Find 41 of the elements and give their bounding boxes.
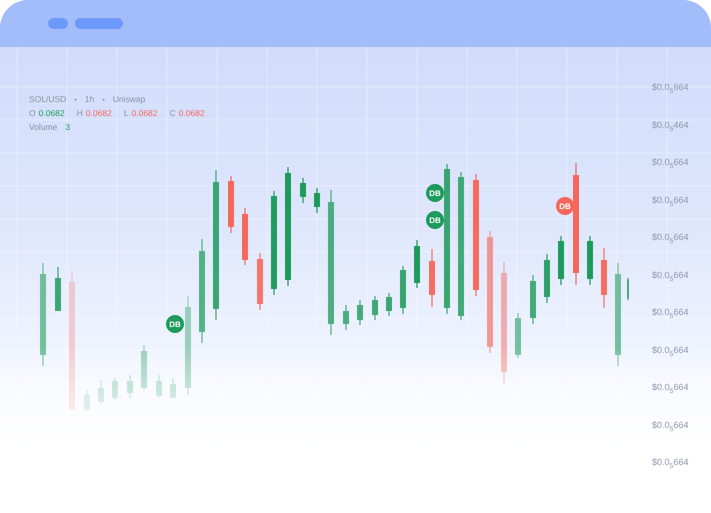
candlestick [627,278,629,300]
price-label: $0.0$_{5}$664 [652,381,688,397]
candlestick [372,296,378,320]
symbol-label: SOL/USD [29,94,66,104]
price-label: $0.0$_{5}$664 [652,231,688,247]
price-label: $0.0$_{5}$664 [652,456,688,472]
ohlc-value: 0.0682 [38,108,65,118]
ohlc-label: L [124,108,128,118]
price-label: $0.0$_{5}$664 [652,306,688,322]
price-label: $0.0$_{5}$664 [652,81,688,97]
ohlc-value: 0.0682 [86,108,112,118]
candlestick [587,236,593,285]
window-control [48,18,68,29]
signal-marker: DB [426,211,444,229]
ohlc-value: 0.0682 [178,108,205,118]
signal-marker: DB [166,315,184,333]
candlestick [55,267,61,311]
price-label: $0.0$_{5}$664 [652,194,688,210]
ohlc-value: 0.0682 [132,108,158,118]
ohlc-label: O [29,108,36,118]
ohlc-label: C [170,108,176,118]
interval-label: 1h [84,94,94,104]
volume-label: Volume [29,122,58,132]
volume-value: 3 [65,122,70,132]
candlestick [257,253,263,310]
signal-marker: DB [426,184,444,202]
candlestick [414,240,420,288]
price-label: $0.0$_{5}$664 [652,418,688,434]
price-label: $0.0$_{5}$664 [652,268,688,284]
candlestick [386,293,392,316]
candlestick [544,254,550,303]
exchange-label: Uniswap [112,94,146,104]
signal-marker: DB [556,197,574,215]
candlestick [558,236,564,285]
price-label: $0.0$_{5}$664 [652,344,688,360]
price-label: $0.0$_{5}$664 [652,156,688,172]
candlestick [429,249,435,307]
window-control [75,18,123,29]
price-label: $0.0$_{5}$464 [652,118,688,134]
candlestick [314,188,320,213]
ohlc-label: H [76,108,83,118]
